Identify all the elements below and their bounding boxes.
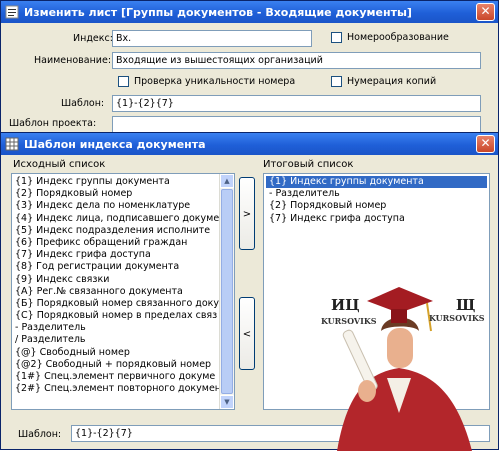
source-item[interactable]: {@} Свободный номер <box>12 347 219 359</box>
source-list[interactable]: {1} Индекс группы документа {2} Порядковы… <box>11 173 235 410</box>
source-item[interactable]: {3} Индекс дела по номенклатуре <box>12 200 219 212</box>
edit-sheet-title: Изменить лист [Группы документов - Входя… <box>24 5 412 19</box>
uniqueness-checkbox[interactable]: Проверка уникальности номера <box>118 76 295 87</box>
edit-sheet-window: Изменить лист [Группы документов - Входя… <box>0 0 499 135</box>
template-field[interactable]: {1}-{2}{7} <box>112 95 481 112</box>
watermark-left-sub: KURSOVIKS <box>321 316 377 326</box>
scroll-up-icon[interactable]: ▲ <box>220 174 234 188</box>
grid-icon <box>5 137 19 151</box>
name-label: Наименование: <box>34 55 112 66</box>
add-button[interactable]: > <box>239 177 255 250</box>
project-template-label: Шаблон проекта: <box>9 118 97 129</box>
index-field[interactable]: Вх. <box>112 30 312 47</box>
index-label: Индекс: <box>73 33 113 44</box>
result-item[interactable]: {7} Индекс грифа доступа <box>266 213 487 225</box>
source-list-rows: {1} Индекс группы документа {2} Порядковы… <box>12 176 221 395</box>
source-item[interactable]: / Разделитель <box>12 334 219 346</box>
source-list-label: Исходный список <box>13 159 106 170</box>
result-item[interactable]: {2} Порядковый номер <box>266 200 487 212</box>
checkbox-box <box>331 32 342 43</box>
source-item[interactable]: - Разделитель <box>12 322 219 334</box>
checkbox-box <box>331 76 342 87</box>
source-item[interactable]: {4} Индекс лица, подписавшего докуме <box>12 213 219 225</box>
result-list-rows: {1} Индекс группы документа - Разделитель… <box>266 176 487 225</box>
dialog-titlebar[interactable]: Шаблон индекса документа <box>1 133 498 155</box>
source-scrollbar[interactable]: ▲ ▼ <box>219 174 234 409</box>
window-icon <box>5 5 19 19</box>
checkbox-box <box>118 76 129 87</box>
copy-numbering-checkbox[interactable]: Нумерация копий <box>331 76 436 87</box>
close-icon[interactable]: ✕ <box>476 3 495 21</box>
result-item[interactable]: - Разделитель <box>266 188 487 200</box>
scroll-thumb[interactable] <box>221 189 233 394</box>
source-item[interactable]: {9} Индекс связки <box>12 274 219 286</box>
close-icon[interactable]: ✕ <box>476 135 495 153</box>
remove-button[interactable]: < <box>239 297 255 370</box>
source-item[interactable]: {С} Порядковый номер в пределах связ <box>12 310 219 322</box>
source-item[interactable]: {@2} Свободный + порядковый номер <box>12 359 219 371</box>
source-item[interactable]: {5} Индекс подразделения исполните <box>12 225 219 237</box>
name-field[interactable]: Входящие из вышестоящих организаций <box>112 52 481 69</box>
source-item[interactable]: {6} Префикс обращений граждан <box>12 237 219 249</box>
uniqueness-label: Проверка уникальности номера <box>134 76 296 87</box>
index-template-dialog: Шаблон индекса документа ✕ Исходный спис… <box>0 132 499 451</box>
project-template-field[interactable] <box>112 116 481 133</box>
source-item[interactable]: {1} Индекс группы документа <box>12 176 219 188</box>
numbering-checkbox[interactable]: Номерообразование <box>331 32 449 43</box>
watermark-right-sub: KURSOVIKS <box>429 313 485 323</box>
template-label: Шаблон: <box>61 98 105 109</box>
result-item[interactable]: {1} Индекс группы документа <box>266 176 487 189</box>
watermark-right-text: Щ <box>456 296 476 314</box>
source-item[interactable]: {2#} Спец.элемент повторного докумен <box>12 383 221 395</box>
source-item[interactable]: {8} Год регистрации документа <box>12 261 219 273</box>
numbering-label: Номерообразование <box>347 32 449 43</box>
copy-numbering-label: Нумерация копий <box>347 76 437 87</box>
source-item[interactable]: {1#} Спец.элемент первичного докумe <box>12 371 219 383</box>
dialog-template-label: Шаблон: <box>18 429 62 440</box>
source-item[interactable]: {2} Порядковый номер <box>12 188 219 200</box>
dialog-title: Шаблон индекса документа <box>24 137 206 151</box>
source-item[interactable]: {Б} Порядковый номер связанного доку <box>12 298 219 310</box>
edit-sheet-titlebar[interactable]: Изменить лист [Группы документов - Входя… <box>1 1 498 23</box>
scroll-down-icon[interactable]: ▼ <box>220 395 234 409</box>
source-item[interactable]: {7} Индекс грифа доступа <box>12 249 219 261</box>
watermark-left-text: ИЦ <box>331 296 360 314</box>
source-item[interactable]: {A} Рег.№ связанного документа <box>12 286 219 298</box>
result-list-label: Итоговый список <box>263 159 354 170</box>
